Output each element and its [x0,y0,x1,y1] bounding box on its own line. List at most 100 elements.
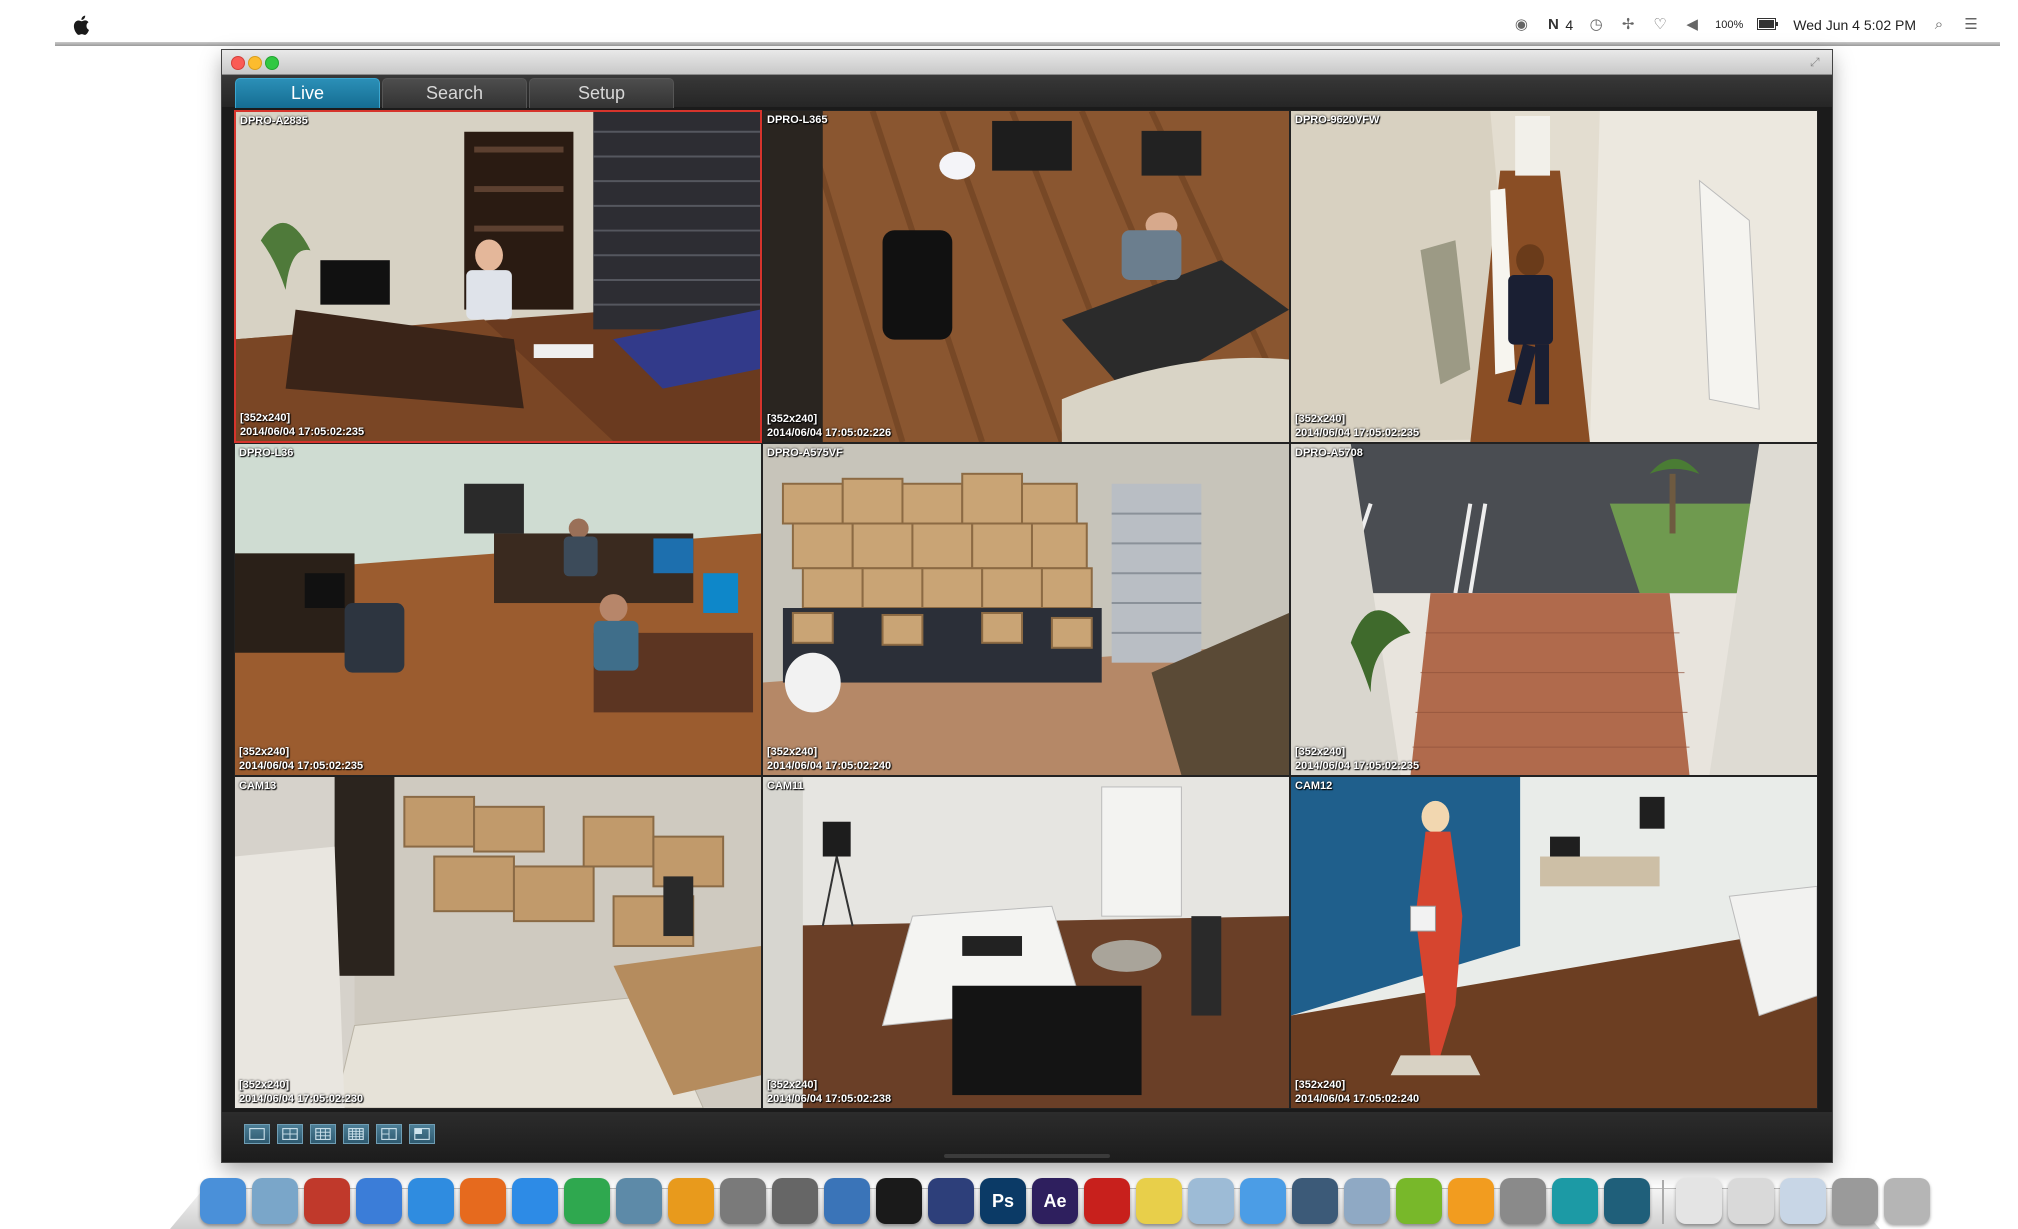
dock-separator [1662,1180,1664,1224]
rocket-icon[interactable] [720,1178,766,1224]
minimize-button[interactable] [248,56,262,70]
picture-app-icon[interactable] [668,1178,714,1224]
camera-resolution: [352x240] [240,412,291,424]
apple-menu-icon[interactable] [73,14,91,36]
camera-icon[interactable]: ◉ [1512,16,1530,34]
camera-resolution: [352x240] [767,413,818,425]
volume-icon[interactable]: ◀ [1683,16,1701,34]
fullscreen-icon[interactable]: ⤢ [1810,55,1824,69]
chrome-icon[interactable] [564,1178,610,1224]
layout-toolbar [222,1112,1832,1162]
camera-tile[interactable]: CAM13 [352x240] 2014/06/04 17:05:02:230 [234,776,762,1109]
camera-tile[interactable]: CAM11 [352x240] 2014/06/04 17:05:02:238 [762,776,1290,1109]
battery-count-icon: N [1547,16,1559,33]
camera-resolution: [352x240] [767,746,818,758]
layout-5x5-button[interactable] [376,1124,402,1144]
preview-icon[interactable] [252,1178,298,1224]
camera-tile[interactable]: DPRO-A5708 [352x240] 2014/06/04 17:05:02… [1290,443,1818,776]
app-store-icon[interactable] [408,1178,454,1224]
itunes-icon[interactable] [356,1178,402,1224]
layout-6x6-button[interactable] [409,1124,435,1144]
menu-bar: ◉ N 4 ◷ ✢ ♡ ◀ 100% Wed Jun 4 5:02 PM ⌕ ☰ [55,8,2000,44]
camera-timestamp: 2014/06/04 17:05:02:240 [1295,1093,1420,1105]
clock[interactable]: Wed Jun 4 5:02 PM [1793,17,1916,33]
battery-percent: 100% [1715,19,1744,31]
layout-4x4-button[interactable] [343,1124,369,1144]
camera-feed-image [235,444,761,775]
camera-name: DPRO-A2835 [240,115,308,127]
camera-timestamp: 2014/06/04 17:05:02:240 [767,760,892,772]
time-machine-icon[interactable]: ◷ [1587,16,1605,34]
notification-center-icon[interactable]: ☰ [1962,16,1980,34]
dvr-viewer-icon[interactable] [1604,1178,1650,1224]
trash-icon[interactable] [1884,1178,1930,1224]
photo-booth-icon[interactable] [304,1178,350,1224]
iphoto-icon[interactable] [616,1178,662,1224]
camera-name: DPRO-A5708 [1295,447,1363,459]
tab-bar: Live Search Setup [222,75,1832,108]
screenshot-stack-icon[interactable] [1832,1178,1878,1224]
finder-icon[interactable] [200,1178,246,1224]
camera-resolution: [352x240] [239,746,290,758]
layout-3x3-button[interactable] [310,1124,336,1144]
spotlight-search-icon[interactable]: ⌕ [1930,16,1948,34]
preview-doc-icon[interactable] [1188,1178,1234,1224]
camera-resolution: [352x240] [767,1079,818,1091]
camera-app-icon[interactable] [1292,1178,1338,1224]
tab-search[interactable]: Search [382,78,527,108]
firefox-icon[interactable] [460,1178,506,1224]
acrobat-icon[interactable] [1084,1178,1130,1224]
calendar-grid-icon[interactable] [1728,1178,1774,1224]
camera-tile[interactable]: DPRO-L36 [352x240] 2014/06/04 17:05:02:2… [234,443,762,776]
indesign-icon[interactable] [928,1178,974,1224]
camera-timestamp: 2014/06/04 17:05:02:230 [239,1093,364,1105]
xcode-icon[interactable] [824,1178,870,1224]
camera-name: CAM13 [239,780,277,792]
resize-handle[interactable] [944,1154,1110,1158]
bluetooth-icon[interactable]: ✢ [1619,16,1637,34]
camera-tile[interactable]: CAM12 [352x240] 2014/06/04 17:05:02:240 [1290,776,1818,1109]
sharing-icon[interactable] [1344,1178,1390,1224]
system-info-icon[interactable] [772,1178,818,1224]
status-area: ◉ N 4 ◷ ✢ ♡ ◀ 100% Wed Jun 4 5:02 PM ⌕ ☰ [1512,16,1980,34]
zoom-button[interactable] [265,56,279,70]
photoshop-icon[interactable]: Ps [980,1178,1026,1224]
arduino-icon[interactable] [1552,1178,1598,1224]
camera-tile[interactable]: DPRO-9620VFW [352x240] 2014/06/04 17:05:… [1290,110,1818,443]
layout-1x1-button[interactable] [244,1124,270,1144]
mail-doc-icon[interactable] [1780,1178,1826,1224]
terminal-icon[interactable] [876,1178,922,1224]
camera-feed-image [763,444,1289,775]
camera-feed-image [763,111,1289,442]
camera-name: DPRO-9620VFW [1295,114,1380,126]
battery-icon[interactable] [1757,17,1779,33]
stickies-icon[interactable] [1136,1178,1182,1224]
layout-2x2-button[interactable] [277,1124,303,1144]
camera-name: DPRO-A575VF [767,447,843,459]
dvr-viewer-window: ⤢ Live Search Setup DPRO-A2835 [352x240]… [222,50,1832,1162]
camera-timestamp: 2014/06/04 17:05:02:235 [1295,427,1420,439]
wifi-icon[interactable]: ♡ [1651,16,1669,34]
ibooks-icon[interactable] [1448,1178,1494,1224]
camera-name: DPRO-L365 [767,114,828,126]
camera-timestamp: 2014/06/04 17:05:02:235 [1295,760,1420,772]
camera-name: CAM11 [767,780,804,792]
document-icon[interactable] [1676,1178,1722,1224]
camera-tile[interactable]: DPRO-A575VF [352x240] 2014/06/04 17:05:0… [762,443,1290,776]
disk-utility-icon[interactable] [1500,1178,1546,1224]
camera-tile[interactable]: DPRO-L365 [352x240] 2014/06/04 17:05:02:… [762,110,1290,443]
menu-bar-divider [55,42,2000,46]
camera-tile[interactable]: DPRO-A2835 [352x240] 2014/06/04 17:05:02… [234,110,762,443]
brackets-icon[interactable] [1396,1178,1442,1224]
battery-count-value: 4 [1565,17,1574,33]
safari-icon[interactable] [512,1178,558,1224]
after-effects-icon[interactable]: Ae [1032,1178,1078,1224]
close-button[interactable] [231,56,245,70]
messages-icon[interactable] [1240,1178,1286,1224]
camera-feed-image [1291,444,1817,775]
battery-count-item[interactable]: N 4 [1544,16,1573,34]
camera-resolution: [352x240] [239,1079,290,1091]
tab-live[interactable]: Live [235,78,380,108]
tab-setup[interactable]: Setup [529,78,674,108]
camera-timestamp: 2014/06/04 17:05:02:235 [239,760,364,772]
